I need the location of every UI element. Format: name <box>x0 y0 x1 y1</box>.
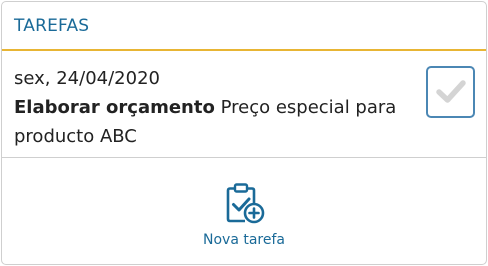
clipboard-check-plus-icon <box>226 183 265 224</box>
task-text: Elaborar orçamento Preço especial para p… <box>14 93 404 151</box>
task-complete-checkbox[interactable] <box>426 66 475 118</box>
checkmark-icon <box>435 80 466 103</box>
panel-header: TAREFAS <box>2 2 486 51</box>
new-task-label: Nova tarefa <box>203 232 285 248</box>
task-date: sex, 24/04/2020 <box>14 68 160 89</box>
task-name: Elaborar orçamento <box>14 97 215 118</box>
new-task-button[interactable]: Nova tarefa <box>2 158 486 262</box>
panel-title: TAREFAS <box>14 15 90 36</box>
tasks-panel: TAREFAS sex, 24/04/2020 Elaborar orçamen… <box>1 1 487 265</box>
task-item: sex, 24/04/2020 Elaborar orçamento Preço… <box>2 51 486 158</box>
